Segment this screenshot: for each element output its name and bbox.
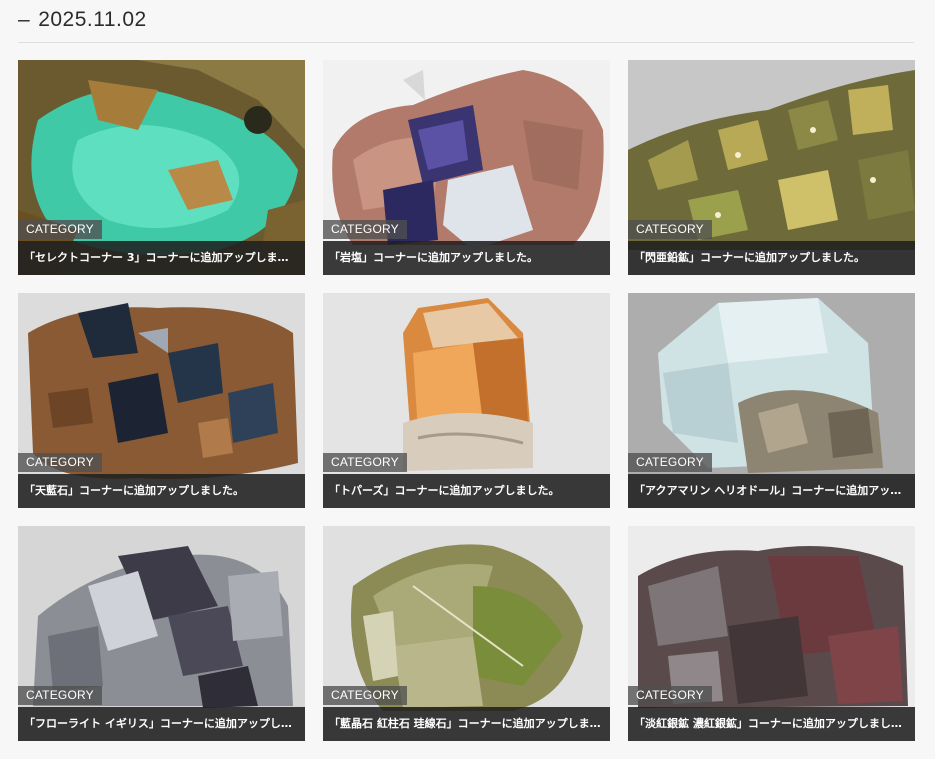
post-card[interactable]: CATEGORY 「アクアマリン ヘリオドール」コーナーに追加アップしました。 [628, 293, 915, 508]
category-badge[interactable]: CATEGORY [628, 686, 712, 705]
date-dash: – [18, 8, 31, 31]
post-card[interactable]: CATEGORY 「天藍石」コーナーに追加アップしました。 [18, 293, 305, 508]
category-badge[interactable]: CATEGORY [628, 453, 712, 472]
category-badge[interactable]: CATEGORY [628, 220, 712, 239]
post-card[interactable]: CATEGORY 「セレクトコーナー 3」コーナーに追加アップしました。 [18, 60, 305, 275]
post-grid: CATEGORY 「セレクトコーナー 3」コーナーに追加アップしました。 CAT… [18, 60, 915, 741]
post-title[interactable]: 「セレクトコーナー 3」コーナーに追加アップしました。 [18, 241, 305, 275]
post-card[interactable]: CATEGORY 「淡紅銀鉱 濃紅銀鉱」コーナーに追加アップしました。 [628, 526, 915, 741]
category-badge[interactable]: CATEGORY [323, 453, 407, 472]
post-title[interactable]: 「藍晶石 紅柱石 珪線石」コーナーに追加アップしました。 [323, 707, 610, 741]
post-title[interactable]: 「岩塩」コーナーに追加アップしました。 [323, 241, 610, 275]
post-card[interactable]: CATEGORY 「閃亜鉛鉱」コーナーに追加アップしました。 [628, 60, 915, 275]
category-badge[interactable]: CATEGORY [323, 220, 407, 239]
date-text: 2025.11.02 [38, 8, 147, 31]
post-title[interactable]: 「トパーズ」コーナーに追加アップしました。 [323, 474, 610, 508]
category-badge[interactable]: CATEGORY [323, 686, 407, 705]
post-card[interactable]: CATEGORY 「フローライト イギリス」コーナーに追加アップしました。 [18, 526, 305, 741]
post-title[interactable]: 「アクアマリン ヘリオドール」コーナーに追加アップしました。 [628, 474, 915, 508]
header-divider [18, 42, 914, 43]
category-badge[interactable]: CATEGORY [18, 453, 102, 472]
post-title[interactable]: 「閃亜鉛鉱」コーナーに追加アップしました。 [628, 241, 915, 275]
date-heading: –2025.11.02 [18, 8, 147, 32]
category-badge[interactable]: CATEGORY [18, 220, 102, 239]
post-title[interactable]: 「天藍石」コーナーに追加アップしました。 [18, 474, 305, 508]
post-card[interactable]: CATEGORY 「トパーズ」コーナーに追加アップしました。 [323, 293, 610, 508]
post-title[interactable]: 「淡紅銀鉱 濃紅銀鉱」コーナーに追加アップしました。 [628, 707, 915, 741]
category-badge[interactable]: CATEGORY [18, 686, 102, 705]
post-title[interactable]: 「フローライト イギリス」コーナーに追加アップしました。 [18, 707, 305, 741]
post-card[interactable]: CATEGORY 「藍晶石 紅柱石 珪線石」コーナーに追加アップしました。 [323, 526, 610, 741]
post-card[interactable]: CATEGORY 「岩塩」コーナーに追加アップしました。 [323, 60, 610, 275]
